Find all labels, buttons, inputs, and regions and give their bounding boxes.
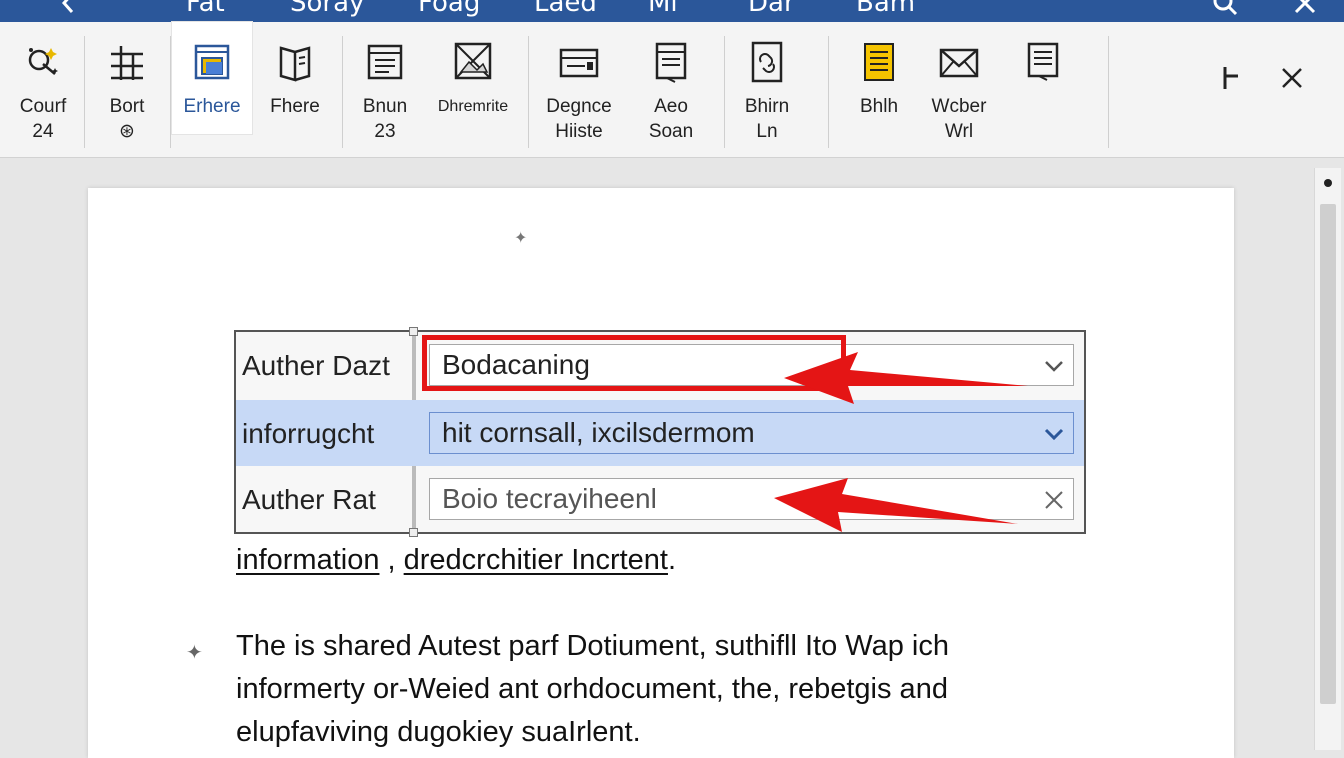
card-icon [557, 40, 601, 84]
scroll-thumb[interactable] [1320, 204, 1336, 704]
form-table[interactable]: Auther Dazt Bodacaning inforrugcht hit c… [234, 327, 1086, 537]
ribbon-button-page[interactable] [1000, 22, 1086, 157]
ribbon-button-degnce[interactable]: Degnce Hiiste [536, 22, 622, 157]
ribbon-separator [528, 36, 529, 148]
ribbon-button-erhere[interactable]: Erhere [172, 22, 252, 134]
form-row-label: inforrugcht [242, 418, 375, 449]
chevron-down-icon[interactable] [1041, 353, 1067, 379]
ribbon-button-label: Wcber Wrl [931, 96, 987, 142]
text-field-value: Boio tecrayiheenl [442, 483, 657, 514]
menu-tab[interactable]: Fat [186, 0, 225, 18]
ribbon-button-label: Aeo Soan [648, 96, 694, 142]
scroll-up-icon[interactable] [1319, 174, 1337, 192]
document-workspace: ✦ Auther Dazt Bodacaning inforrugcht hit… [0, 158, 1344, 758]
ribbon-button-bnun[interactable]: Bnun 23 [342, 22, 428, 157]
ribbon-button-label: Degnce Hiiste [546, 96, 612, 142]
ribbon-button-bhirn[interactable]: Bhirn Ln [724, 22, 810, 157]
close-icon[interactable] [1292, 0, 1318, 16]
link-document-icon [745, 40, 789, 84]
ribbon-button-bort[interactable]: Bort ⊛ [84, 22, 170, 157]
text-run: , [379, 544, 404, 576]
form-row-selected: inforrugcht hit cornsall, ixcilsdermom [236, 400, 1084, 466]
ribbon-separator [1108, 36, 1109, 148]
document-paragraph-line: The is shared Autest parf Dotiument, sut… [236, 630, 949, 662]
title-bar: Fat Soray Foag Laed Ml Dar Bam [0, 0, 1344, 22]
ribbon-button-label: Erhere [183, 96, 241, 117]
ribbon-button-label: Bnun 23 [362, 96, 408, 142]
ribbon-button-dhremrite[interactable]: Dhremrite [430, 22, 516, 157]
ribbon-separator [828, 36, 829, 148]
document-text-line: information , dredcrchitier Incrtent. [236, 544, 676, 577]
close-ribbon-icon[interactable] [1278, 64, 1306, 92]
dropdown-value: hit cornsall, ixcilsdermom [442, 417, 755, 448]
ribbon-button-bhlh[interactable]: Bhlh [836, 22, 922, 157]
list-box-icon [363, 40, 407, 84]
ribbon-button-label: Dhremrite [437, 98, 509, 115]
insert-frame-icon [190, 40, 234, 84]
underlined-text: dredcrchitier Incrtent [403, 544, 668, 576]
pin-icon[interactable] [1216, 64, 1244, 92]
ribbon-toolbar: Courf 24 Bort ⊛ Erhere Fhere Bnun 23 Dhr… [0, 22, 1344, 158]
ribbon-button-fhere[interactable]: Fhere [252, 22, 338, 157]
clear-x-icon[interactable] [1041, 487, 1067, 513]
menu-tab[interactable]: Foag [418, 0, 480, 18]
document-paragraph-line: elupfaviving dugokiey suaIrlent. [236, 716, 641, 748]
ribbon-button-courf[interactable]: Courf 24 [0, 22, 86, 157]
ribbon-button-label: Bhlh [859, 96, 899, 117]
menu-tab[interactable]: Ml [648, 0, 678, 18]
underlined-text: information [236, 544, 380, 576]
ribbon-button-wcber[interactable]: Wcber Wrl [916, 22, 1002, 157]
dropdown-field[interactable]: hit cornsall, ixcilsdermom [429, 412, 1074, 454]
ribbon-button-label: Fhere [270, 96, 320, 117]
yellow-note-icon [857, 40, 901, 84]
envelope-icon [937, 40, 981, 84]
menu-tab[interactable]: Laed [534, 0, 597, 18]
back-arrow-icon[interactable] [56, 0, 82, 16]
ribbon-button-label: Courf 24 [19, 96, 67, 142]
sparkle-icon [21, 40, 65, 84]
form-row: Auther Dazt Bodacaning [236, 332, 1084, 398]
menu-tab[interactable]: Soray [290, 0, 364, 18]
text-field[interactable]: Boio tecrayiheenl [429, 478, 1074, 520]
text-run: . [667, 544, 677, 576]
search-icon[interactable] [1212, 0, 1238, 16]
table-tool-icon [105, 40, 149, 84]
form-row-label: Auther Rat [242, 484, 376, 515]
ribbon-button-aeo[interactable]: Aeo Soan [628, 22, 714, 157]
ribbon-button-label: Bhirn Ln [744, 96, 790, 142]
document-page[interactable]: ✦ Auther Dazt Bodacaning inforrugcht hit… [88, 188, 1234, 758]
menu-tab[interactable]: Bam [856, 0, 915, 18]
dropdown-field[interactable]: Bodacaning [429, 344, 1074, 386]
document-paragraph-line: informerty or-Weied ant orhdocument, the… [236, 673, 948, 705]
dropdown-value: Bodacaning [442, 349, 590, 380]
menu-tab[interactable]: Dar [748, 0, 795, 18]
ribbon-separator [170, 36, 171, 148]
vertical-scrollbar[interactable] [1314, 168, 1341, 750]
crosshair-marker-icon: ✦ [514, 230, 528, 247]
ribbon-button-label: Bort ⊛ [109, 96, 145, 142]
picture-icon [451, 40, 495, 84]
document-icon [649, 40, 693, 84]
book-icon [273, 40, 317, 84]
paragraph-marker-icon: ✦ [186, 642, 203, 664]
form-row-label: Auther Dazt [242, 350, 390, 381]
chevron-down-icon[interactable] [1041, 421, 1067, 447]
page-lines-icon [1021, 40, 1065, 84]
form-row: Auther Rat Boio tecrayiheenl [236, 466, 1084, 532]
